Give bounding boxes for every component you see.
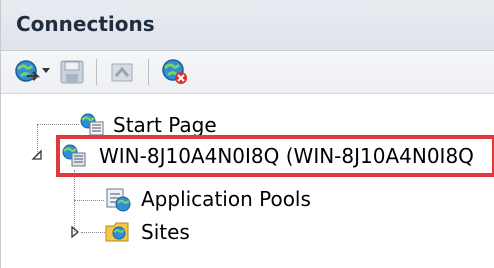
toolbar-separator [148, 59, 149, 85]
disconnect-button[interactable] [161, 58, 189, 86]
toolbar-separator [96, 59, 97, 85]
collapsed-triangle-icon [71, 225, 80, 239]
tree-item-label: Sites [141, 220, 190, 244]
connections-header: Connections [1, 0, 494, 51]
tree-connector [81, 232, 105, 233]
connect-icon [15, 60, 41, 82]
tree-item-sites[interactable]: Sites [104, 217, 190, 247]
tree-connector [74, 200, 104, 201]
sites-folder-icon [105, 222, 129, 242]
expand-toggle-sites[interactable] [69, 225, 81, 242]
selection-highlight [56, 135, 494, 177]
tree-connector [74, 170, 75, 232]
connect-dropdown[interactable] [41, 65, 51, 75]
app-pools-icon [106, 188, 131, 212]
up-folder-icon [111, 63, 133, 82]
expanded-triangle-icon [31, 149, 42, 160]
tree-item-label: Start Page [113, 113, 217, 137]
connect-button[interactable] [13, 58, 41, 86]
connections-pane: Connections Start Page WIN-8J10A4N0I8Q (… [0, 0, 494, 268]
up-level-button[interactable] [109, 59, 135, 85]
save-icon [60, 60, 84, 84]
save-button[interactable] [59, 59, 85, 85]
tree-item-application-pools[interactable]: Application Pools [104, 184, 311, 214]
dropdown-arrow-icon [42, 68, 50, 73]
disconnect-icon [162, 59, 187, 84]
pane-title: Connections [16, 12, 155, 36]
connections-toolbar [1, 51, 494, 94]
tree-connector [37, 124, 79, 125]
expand-toggle-server[interactable] [31, 149, 43, 165]
tree-item-label: Application Pools [141, 187, 311, 211]
